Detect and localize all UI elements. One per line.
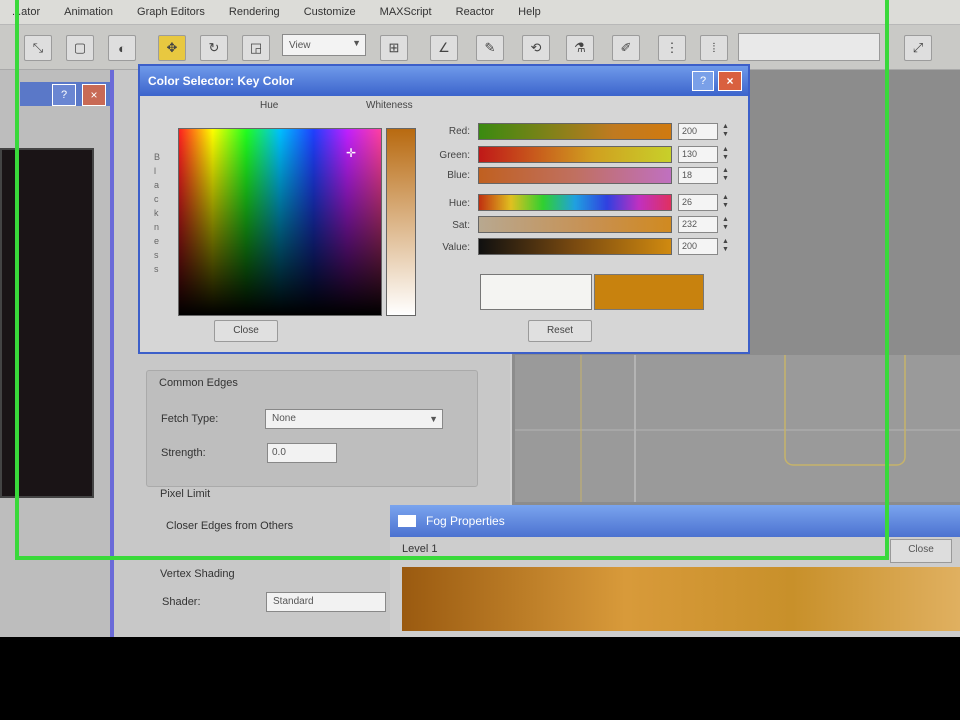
hue-slider[interactable] bbox=[478, 194, 672, 211]
green-spinner[interactable]: 130 bbox=[678, 146, 718, 163]
left-panel-help-button[interactable]: ? bbox=[52, 84, 76, 106]
hue-spinner[interactable]: 26 bbox=[678, 194, 718, 211]
fog-properties-window: Fog Properties Level 1 Close bbox=[390, 505, 960, 637]
align-icon[interactable]: ✐ bbox=[612, 35, 640, 61]
close-button[interactable]: Close bbox=[214, 320, 278, 342]
fog-close-button[interactable]: Close bbox=[890, 539, 952, 563]
fetch-type-label: Fetch Type: bbox=[161, 413, 219, 425]
value-spin-arrows[interactable]: ▲ ▼ bbox=[722, 238, 730, 255]
fog-gradient-preview bbox=[402, 567, 960, 631]
red-spin-arrows[interactable]: ▲ ▼ bbox=[722, 123, 730, 140]
dialog-close-icon[interactable]: × bbox=[718, 71, 742, 91]
reset-button[interactable]: Reset bbox=[528, 320, 592, 342]
blackness-label: B l a c k n e s s bbox=[154, 152, 161, 274]
picker-cursor-icon: ✛ bbox=[346, 146, 357, 160]
pivot-icon[interactable]: ⊞ bbox=[380, 35, 408, 61]
common-edges-rollout: Common Edges Fetch Type: None ▼ Strength:… bbox=[146, 370, 478, 487]
fog-window-title[interactable]: Fog Properties bbox=[390, 505, 960, 537]
sat-spinner[interactable]: 232 bbox=[678, 216, 718, 233]
layer-icon[interactable]: ⋮ bbox=[658, 35, 686, 61]
grid-lines bbox=[515, 184, 960, 502]
original-color-swatch bbox=[480, 274, 592, 310]
menu-item-create[interactable]: ...ator bbox=[0, 6, 52, 18]
angle-snap-icon[interactable]: ✎ bbox=[476, 35, 504, 61]
viewport-grid bbox=[515, 184, 960, 502]
named-selection-field[interactable] bbox=[738, 33, 880, 61]
window-icon bbox=[398, 515, 416, 527]
green-slider[interactable] bbox=[478, 146, 672, 163]
mirror-icon[interactable]: ⚗ bbox=[566, 35, 594, 61]
tab-whiteness[interactable]: Whiteness bbox=[366, 100, 413, 111]
menu-item-graph-editors[interactable]: Graph Editors bbox=[125, 6, 217, 18]
scale-icon[interactable]: ◲ bbox=[242, 35, 270, 61]
strength-spinner[interactable]: 0.0 bbox=[267, 443, 337, 463]
green-spin-arrows[interactable]: ▲ ▼ bbox=[722, 146, 730, 163]
menu-item-maxscript[interactable]: MAXScript bbox=[368, 6, 444, 18]
blue-slider[interactable] bbox=[478, 167, 672, 184]
left-panel-close-button[interactable]: × bbox=[82, 84, 106, 106]
menu-item-customize[interactable]: Customize bbox=[292, 6, 368, 18]
hue-spin-arrows[interactable]: ▲ ▼ bbox=[722, 194, 730, 211]
tab-hue[interactable]: Hue bbox=[260, 100, 278, 111]
desktop-screen: ...ator Animation Graph Editors Renderin… bbox=[0, 0, 960, 637]
blue-spinner[interactable]: 18 bbox=[678, 167, 718, 184]
menu-item-rendering[interactable]: Rendering bbox=[217, 6, 292, 18]
select-link-icon[interactable]: ⤡ bbox=[24, 35, 52, 61]
value-label: Value: bbox=[442, 242, 470, 253]
red-label: Red: bbox=[448, 126, 470, 137]
curve-editor-icon[interactable]: ⦙ bbox=[700, 35, 728, 61]
section-pixel-limit: Pixel Limit bbox=[160, 488, 211, 500]
value-spinner[interactable]: 200 bbox=[678, 238, 718, 255]
section-vertex-shading: Vertex Shading bbox=[160, 568, 235, 580]
snap-icon[interactable]: ∠ bbox=[430, 35, 458, 61]
render-icon[interactable]: ⤢ bbox=[904, 35, 932, 61]
fetch-type-dropdown[interactable]: None ▼ bbox=[265, 409, 443, 429]
dialog-help-button[interactable]: ? bbox=[692, 71, 714, 91]
green-label: Green: bbox=[439, 150, 470, 161]
blue-spin-arrows[interactable]: ▲ ▼ bbox=[722, 167, 730, 184]
reference-coordinate-combo[interactable]: View ▼ bbox=[282, 34, 366, 56]
menu-item-help[interactable]: Help bbox=[506, 6, 553, 18]
hue-label: Hue: bbox=[448, 198, 470, 209]
dialog-title[interactable]: Color Selector: Key Color bbox=[140, 66, 748, 96]
sat-slider[interactable] bbox=[478, 216, 672, 233]
menu-bar: ...ator Animation Graph Editors Renderin… bbox=[0, 0, 960, 25]
sat-spin-arrows[interactable]: ▲ ▼ bbox=[722, 216, 730, 233]
level-label: Level 1 bbox=[402, 543, 438, 555]
rotate-icon[interactable]: ↻ bbox=[200, 35, 228, 61]
closer-edges-label: Closer Edges from Others bbox=[166, 520, 294, 532]
shader-dropdown[interactable]: Standard bbox=[266, 592, 386, 612]
red-spinner[interactable]: 200 bbox=[678, 123, 718, 140]
menu-item-reactor[interactable]: Reactor bbox=[444, 6, 507, 18]
move-icon[interactable]: ✥ bbox=[158, 35, 186, 61]
render-preview-viewport bbox=[0, 148, 94, 498]
section-common-edges: Common Edges bbox=[159, 377, 238, 389]
menu-item-animation[interactable]: Animation bbox=[52, 6, 125, 18]
blue-label: Blue: bbox=[447, 170, 470, 181]
color-selector-dialog: Color Selector: Key Color ? × Hue Whiten… bbox=[138, 64, 750, 354]
current-color-swatch bbox=[594, 274, 704, 310]
select-by-name-icon[interactable]: ◐ bbox=[108, 35, 136, 61]
select-object-icon[interactable]: ▢ bbox=[66, 35, 94, 61]
red-slider[interactable] bbox=[478, 123, 672, 140]
strength-label: Strength: bbox=[161, 447, 206, 459]
value-slider[interactable] bbox=[478, 238, 672, 255]
sat-label: Sat: bbox=[452, 220, 470, 231]
percent-snap-icon[interactable]: ⟲ bbox=[522, 35, 550, 61]
whiteness-slider[interactable] bbox=[386, 128, 416, 316]
shader-label: Shader: bbox=[162, 596, 201, 608]
